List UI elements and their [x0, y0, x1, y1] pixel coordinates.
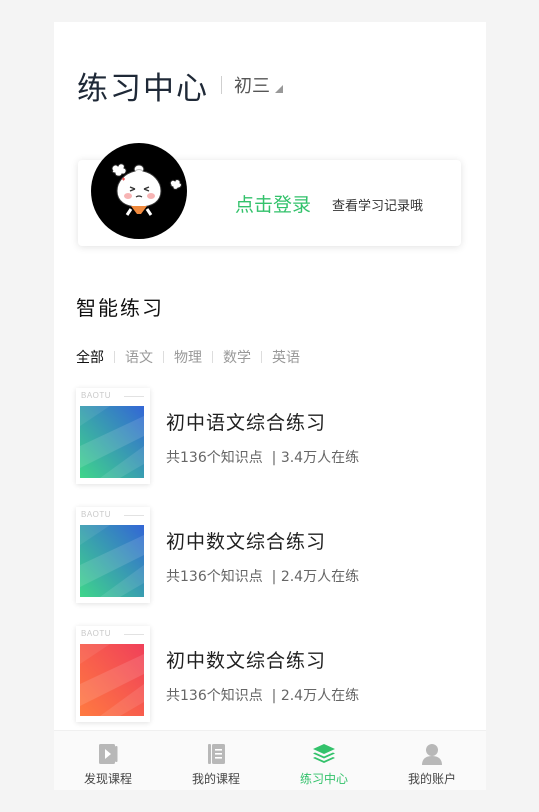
exercise-learners: 2.4万人在练: [280, 688, 360, 704]
exercise-title: 初中数文综合练习: [166, 531, 327, 553]
exercise-meta: 共136个知识点 | 2.4万人在练: [166, 569, 360, 585]
filter-tab-all[interactable]: 全部: [76, 347, 104, 367]
cover-brand: BAOTU: [81, 510, 112, 519]
exercise-item[interactable]: BAOTU 初中数文综合练习 共136个知识点 | 2.4万人在练: [76, 507, 476, 607]
cover-line: [124, 396, 144, 397]
app-screen: 练习中心 初三 点击登录 查看学习记录哦 智能练习 全部 语文 物理 数学 英语…: [54, 22, 486, 790]
tab-my-courses[interactable]: 我的课程: [162, 731, 270, 790]
exercise-cover: BAOTU: [76, 388, 150, 484]
caret-down-icon: [275, 85, 283, 93]
section-title: 智能练习: [76, 296, 164, 320]
tab-discover-courses[interactable]: 发现课程: [54, 731, 162, 790]
header: 练习中心 初三: [77, 62, 283, 108]
exercise-meta: 共136个知识点 | 2.4万人在练: [166, 688, 360, 704]
filter-tabs: 全部 语文 物理 数学 英语: [76, 347, 300, 367]
bun-mascot-icon: [111, 163, 182, 216]
exercise-cover: BAOTU: [76, 626, 150, 722]
user-icon: [422, 744, 442, 765]
tab-label: 我的课程: [191, 772, 240, 786]
cover-brand: BAOTU: [81, 391, 112, 400]
avatar: [91, 143, 187, 239]
divider: [212, 351, 213, 363]
filter-tab-chinese[interactable]: 语文: [125, 347, 153, 367]
exercise-item[interactable]: BAOTU 初中语文综合练习 共136个知识点 | 3.4万人在练: [76, 388, 476, 488]
layers-icon: [313, 744, 335, 763]
exercise-cover: BAOTU: [76, 507, 150, 603]
exercise-item[interactable]: BAOTU 初中数文综合练习 共136个知识点 | 2.4万人在练: [76, 626, 476, 726]
bottom-tab-bar: 发现课程 我的课程 练习中心 我的账户: [54, 730, 486, 790]
cover-art: [80, 406, 144, 478]
divider: [261, 351, 262, 363]
exercise-points: 共136个知识点: [166, 569, 263, 585]
filter-tab-math[interactable]: 数学: [223, 347, 251, 367]
exercise-points: 共136个知识点: [166, 688, 263, 704]
divider: [221, 76, 222, 94]
tab-label: 练习中心: [299, 772, 348, 786]
tab-my-account[interactable]: 我的账户: [378, 731, 486, 790]
cover-brand: BAOTU: [81, 629, 112, 638]
exercise-learners: 3.4万人在练: [280, 450, 360, 466]
cover-line: [124, 515, 144, 516]
exercise-title: 初中语文综合练习: [166, 412, 327, 434]
divider: [163, 351, 164, 363]
tab-label: 发现课程: [83, 772, 132, 786]
filter-tab-english[interactable]: 英语: [272, 347, 300, 367]
filter-tab-physics[interactable]: 物理: [174, 347, 202, 367]
exercise-learners: 2.4万人在练: [280, 569, 360, 585]
cover-art: [80, 525, 144, 597]
play-book-icon: [99, 744, 118, 764]
grade-label: 初三: [234, 76, 270, 97]
cover-line: [124, 634, 144, 635]
grade-selector[interactable]: 初三: [234, 72, 283, 98]
divider: [114, 351, 115, 363]
tab-practice-center[interactable]: 练习中心: [270, 731, 378, 790]
exercise-title: 初中数文综合练习: [166, 650, 327, 672]
login-link[interactable]: 点击登录: [235, 190, 311, 217]
tab-label: 我的账户: [407, 772, 456, 786]
exercise-meta: 共136个知识点 | 3.4万人在练: [166, 450, 360, 466]
course-list-icon: [208, 744, 225, 764]
page-title: 练习中心: [77, 70, 209, 107]
login-hint: 查看学习记录哦: [332, 199, 424, 214]
cover-art: [80, 644, 144, 716]
exercise-points: 共136个知识点: [166, 450, 263, 466]
